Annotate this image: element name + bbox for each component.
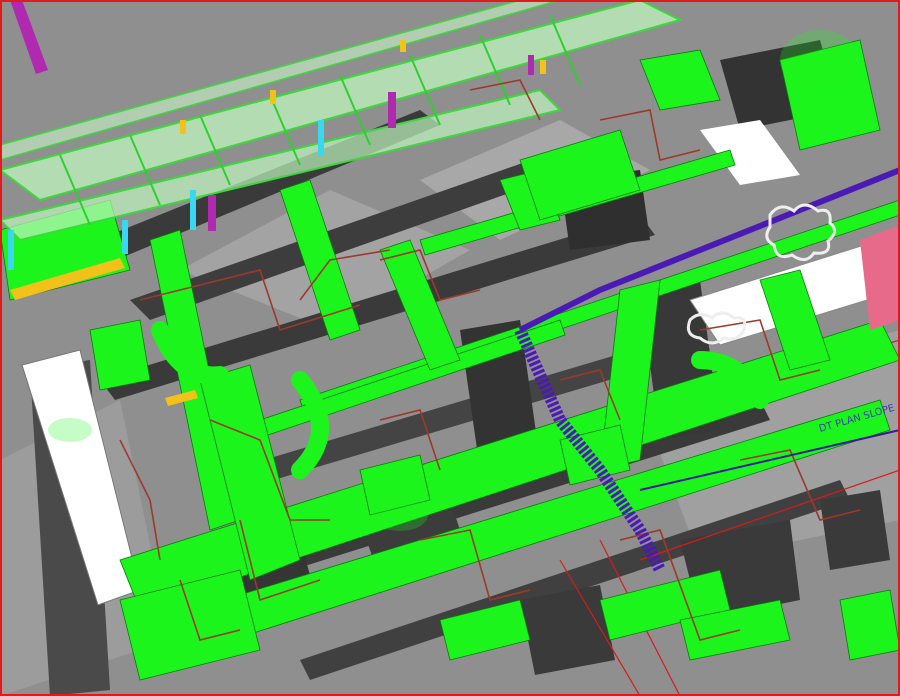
bim-3d-scene[interactable]: DT PLAN SLOPE	[0, 0, 900, 696]
model-viewport[interactable]: DT PLAN SLOPE	[0, 0, 900, 696]
